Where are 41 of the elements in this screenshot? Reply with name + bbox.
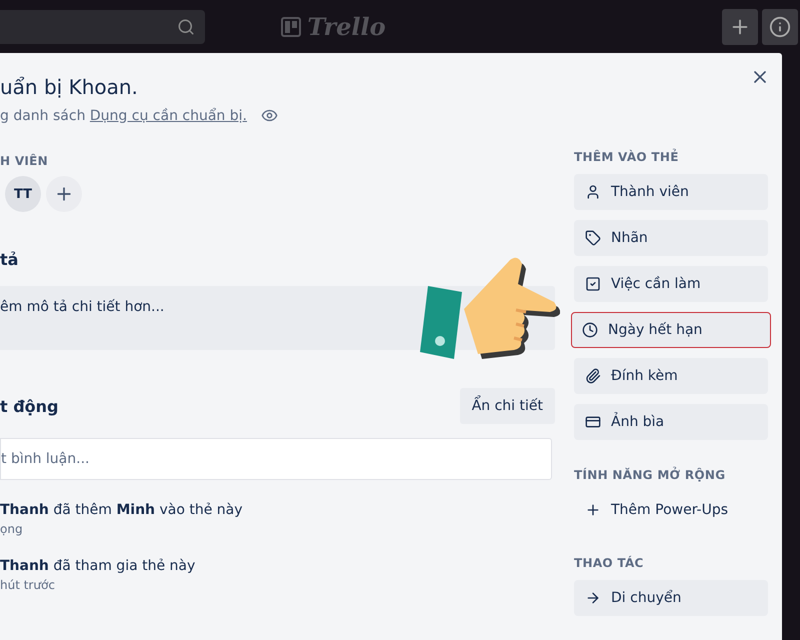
comment-field[interactable]: t bình luận... [0, 438, 552, 480]
members-label: H VIÊN [0, 154, 50, 168]
list-caption: g danh sách [0, 108, 86, 124]
card-icon [585, 414, 601, 430]
tag-icon [585, 230, 601, 246]
hide-details-button[interactable]: Ẩn chi tiết [460, 388, 555, 424]
info-icon [769, 16, 791, 38]
add-button[interactable] [722, 8, 758, 44]
sidebar-button[interactable]: Đính kèm [574, 358, 768, 394]
sidebar-button[interactable]: Thành viên [574, 174, 768, 210]
board-icon [281, 16, 302, 36]
eye-icon[interactable] [260, 107, 278, 124]
list-link[interactable]: Dụng cụ cần chuẩn bị. [90, 108, 247, 124]
card-title: uẩn bị Khoan. [0, 75, 139, 99]
logo: Trello [307, 12, 386, 41]
description-heading: tả [0, 250, 20, 269]
arrow-icon [585, 590, 601, 606]
activity-time: hút trước [0, 578, 56, 592]
person-icon [585, 184, 601, 200]
sidebar-button[interactable]: Thêm Power-Ups [574, 492, 768, 528]
section-heading: THÊM VÀO THẺ [574, 150, 680, 164]
sidebar-button[interactable]: Việc cần làm [574, 266, 768, 302]
activity-time: ọng [0, 522, 24, 536]
activity-text: Thanh đã tham gia thẻ này [0, 558, 196, 574]
search-icon [177, 18, 195, 36]
section-heading: THAO TÁC [574, 556, 645, 570]
activity-heading: t động [0, 396, 59, 416]
sidebar-button[interactable]: Nhãn [574, 220, 768, 256]
plus-icon [585, 502, 601, 518]
sidebar-button[interactable]: Di chuyển [574, 580, 768, 616]
section-heading: TÍNH NĂNG MỞ RỘNG [574, 468, 726, 482]
member-avatar[interactable]: TT [5, 176, 41, 212]
clock-icon [582, 322, 598, 338]
sidebar-button[interactable]: Ảnh bìa [574, 404, 768, 440]
checkbox-icon [585, 276, 601, 292]
activity-text: Thanh đã thêm Minh vào thẻ này [0, 502, 244, 518]
search-field[interactable] [0, 10, 205, 44]
info-button[interactable] [762, 8, 798, 44]
add-member-button[interactable] [46, 176, 82, 212]
sidebar-button[interactable]: Ngày hết hạn [571, 312, 771, 348]
paperclip-icon [585, 368, 601, 384]
